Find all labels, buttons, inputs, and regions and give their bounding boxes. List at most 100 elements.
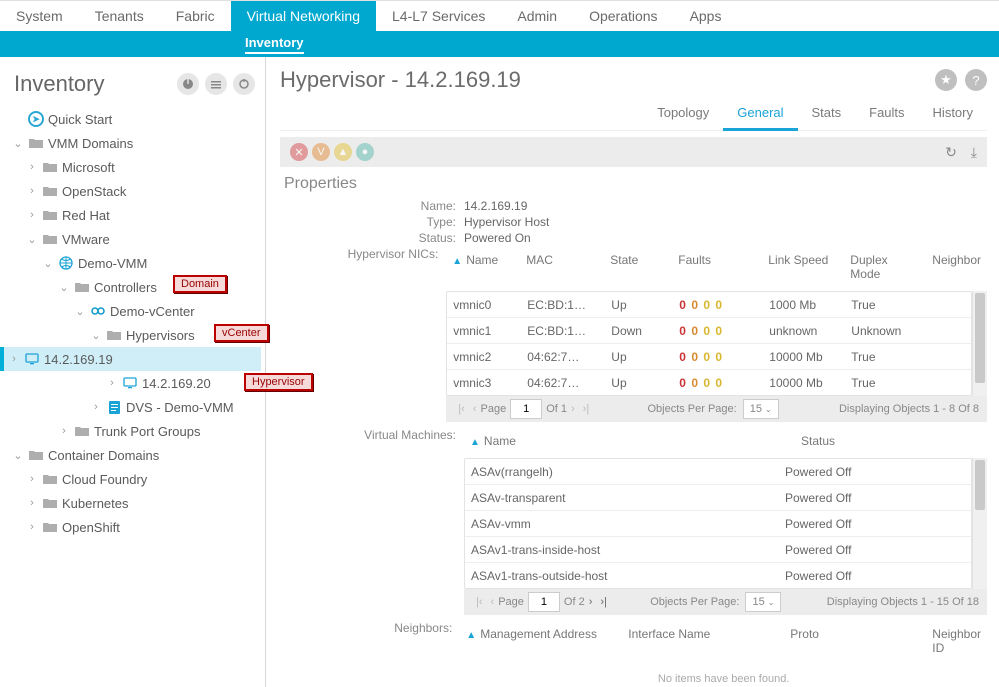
tree-cloud-foundry[interactable]: ›Cloud Foundry: [8, 467, 261, 491]
nav-apps[interactable]: Apps: [674, 1, 738, 31]
fault-warning-icon[interactable]: ●: [356, 143, 374, 161]
nav-tree: ➤Quick Start ⌄VMM Domains ›Microsoft ›Op…: [0, 105, 265, 539]
table-row[interactable]: ASAv-transparentPowered Off: [465, 485, 971, 511]
tree-vmm-domains[interactable]: ⌄VMM Domains: [8, 131, 261, 155]
tree-dvs[interactable]: ›DVS - Demo-VMM: [8, 395, 261, 419]
vm-table-header: ▲Name Status: [464, 428, 987, 458]
fault-critical-icon[interactable]: ✕: [290, 143, 308, 161]
doc-icon: [106, 400, 122, 414]
sort-asc-icon[interactable]: ▲: [470, 437, 480, 448]
folder-icon: [106, 328, 122, 342]
folder-icon: [42, 232, 58, 246]
tree-redhat[interactable]: ›Red Hat: [8, 203, 261, 227]
vm-scrollbar[interactable]: [972, 458, 987, 589]
tree-demo-vmm[interactable]: ⌄Demo-VMM: [8, 251, 261, 275]
nic-last-page[interactable]: ›|: [579, 403, 594, 415]
prop-status-key: Status:: [280, 231, 464, 245]
prop-vms-key: Virtual Machines:: [280, 428, 464, 442]
prop-type-key: Type:: [280, 215, 464, 229]
fault-summary-bar: ✕ V ▲ ● ↻ ⤓: [280, 137, 987, 167]
nav-tenants[interactable]: Tenants: [79, 1, 160, 31]
download-icon[interactable]: ⤓: [971, 144, 977, 161]
table-row[interactable]: ASAv-vmmPowered Off: [465, 511, 971, 537]
prop-nics-key: Hypervisor NICs:: [280, 247, 446, 261]
nic-next-page[interactable]: ›: [567, 403, 579, 415]
folder-icon: [74, 424, 90, 438]
vm-table-body: ASAv(rrangelh)Powered OffASAv-transparen…: [464, 458, 972, 589]
sub-nav: Inventory: [0, 31, 999, 57]
nic-page-input[interactable]: [510, 399, 542, 419]
toolbar-btn-2[interactable]: [205, 73, 227, 95]
table-row[interactable]: ASAv(rrangelh)Powered Off: [465, 459, 971, 485]
table-row[interactable]: vmnic204:62:7…Up0 0 0 010000 MbTrue: [447, 344, 971, 370]
tab-general[interactable]: General: [723, 99, 797, 131]
globe-icon: [58, 256, 74, 270]
nic-display-range: Displaying Objects 1 - 8 Of 8: [839, 403, 979, 415]
prop-status-val: Powered On: [464, 231, 531, 245]
monitor-icon: [122, 376, 138, 390]
table-row[interactable]: vmnic304:62:7…Up0 0 0 010000 MbTrue: [447, 370, 971, 395]
sort-asc-icon[interactable]: ▲: [466, 630, 476, 641]
nav-admin[interactable]: Admin: [501, 1, 573, 31]
fault-major-icon[interactable]: V: [312, 143, 330, 161]
tree-microsoft[interactable]: ›Microsoft: [8, 155, 261, 179]
vm-per-page[interactable]: 15 ⌄: [745, 592, 781, 612]
help-button[interactable]: ?: [965, 69, 987, 91]
table-row[interactable]: ASAv1-trans-inside-hostPowered Off: [465, 537, 971, 563]
nic-first-page[interactable]: |‹: [454, 403, 469, 415]
prop-name-key: Name:: [280, 199, 464, 213]
tree-vmware[interactable]: ⌄VMware: [8, 227, 261, 251]
vm-next-page[interactable]: ›: [585, 596, 597, 608]
tree-openstack[interactable]: ›OpenStack: [8, 179, 261, 203]
tab-faults[interactable]: Faults: [855, 99, 918, 130]
fault-minor-icon[interactable]: ▲: [334, 143, 352, 161]
nic-scrollbar[interactable]: [972, 291, 987, 396]
folder-icon: [74, 280, 90, 294]
subnav-inventory[interactable]: Inventory: [245, 35, 304, 54]
folder-icon: [42, 160, 58, 174]
nav-system[interactable]: System: [0, 1, 79, 31]
tree-trunk[interactable]: ›Trunk Port Groups: [8, 419, 261, 443]
folder-icon: [28, 448, 44, 462]
nav-operations[interactable]: Operations: [573, 1, 673, 31]
tree-demo-vcenter[interactable]: ⌄Demo-vCenter: [8, 299, 261, 323]
toolbar-btn-1[interactable]: [177, 73, 199, 95]
tree-hypervisors[interactable]: ⌄Hypervisors: [8, 323, 261, 347]
nic-pager: |‹ ‹ Page Of 1 › ›| Objects Per Page: 15…: [446, 396, 987, 422]
tab-stats[interactable]: Stats: [798, 99, 856, 130]
tree-quick-start[interactable]: ➤Quick Start: [8, 107, 261, 131]
tree-hv-1[interactable]: ›14.2.169.19: [0, 347, 261, 371]
nav-fabric[interactable]: Fabric: [160, 1, 231, 31]
vm-prev-page[interactable]: ‹: [487, 596, 499, 608]
tree-container-domains[interactable]: ⌄Container Domains: [8, 443, 261, 467]
neighbors-empty-1: No items have been found.: [460, 665, 987, 687]
nav-virtual-networking[interactable]: Virtual Networking: [231, 1, 376, 31]
page-title: Hypervisor - 14.2.169.19: [280, 67, 927, 93]
toolbar-btn-3[interactable]: [233, 73, 255, 95]
vm-first-page[interactable]: |‹: [472, 596, 487, 608]
nic-table-header: ▲Name MAC State Faults Link Speed Duplex…: [446, 247, 987, 291]
top-nav: System Tenants Fabric Virtual Networking…: [0, 0, 999, 31]
nic-per-page[interactable]: 15 ⌄: [743, 399, 779, 419]
neighbor-table-header: ▲Management Address Interface Name Proto…: [460, 621, 987, 665]
favorite-button[interactable]: ★: [935, 69, 957, 91]
nic-table-body: vmnic0EC:BD:1…Up0 0 0 01000 MbTruevmnic1…: [446, 291, 972, 396]
tree-kubernetes[interactable]: ›Kubernetes: [8, 491, 261, 515]
tree-hv-2[interactable]: ›14.2.169.20: [8, 371, 261, 395]
tab-history[interactable]: History: [919, 99, 987, 130]
vm-last-page[interactable]: ›|: [596, 596, 611, 608]
detail-tabs: Topology General Stats Faults History: [280, 99, 987, 131]
nic-prev-page[interactable]: ‹: [469, 403, 481, 415]
table-row[interactable]: ASAv1-trans-outside-hostPowered Off: [465, 563, 971, 588]
refresh-icon[interactable]: ↻: [945, 144, 957, 161]
sort-asc-icon[interactable]: ▲: [452, 256, 462, 267]
tab-topology[interactable]: Topology: [643, 99, 723, 130]
nav-l4l7[interactable]: L4-L7 Services: [376, 1, 501, 31]
prop-name-val: 14.2.169.19: [464, 199, 527, 213]
table-row[interactable]: vmnic1EC:BD:1…Down0 0 0 0unknownUnknown: [447, 318, 971, 344]
tree-controllers[interactable]: ⌄Controllers: [8, 275, 261, 299]
tree-openshift[interactable]: ›OpenShift: [8, 515, 261, 539]
vm-page-input[interactable]: [528, 592, 560, 612]
table-row[interactable]: vmnic0EC:BD:1…Up0 0 0 01000 MbTrue: [447, 292, 971, 318]
monitor-icon: [24, 352, 40, 366]
